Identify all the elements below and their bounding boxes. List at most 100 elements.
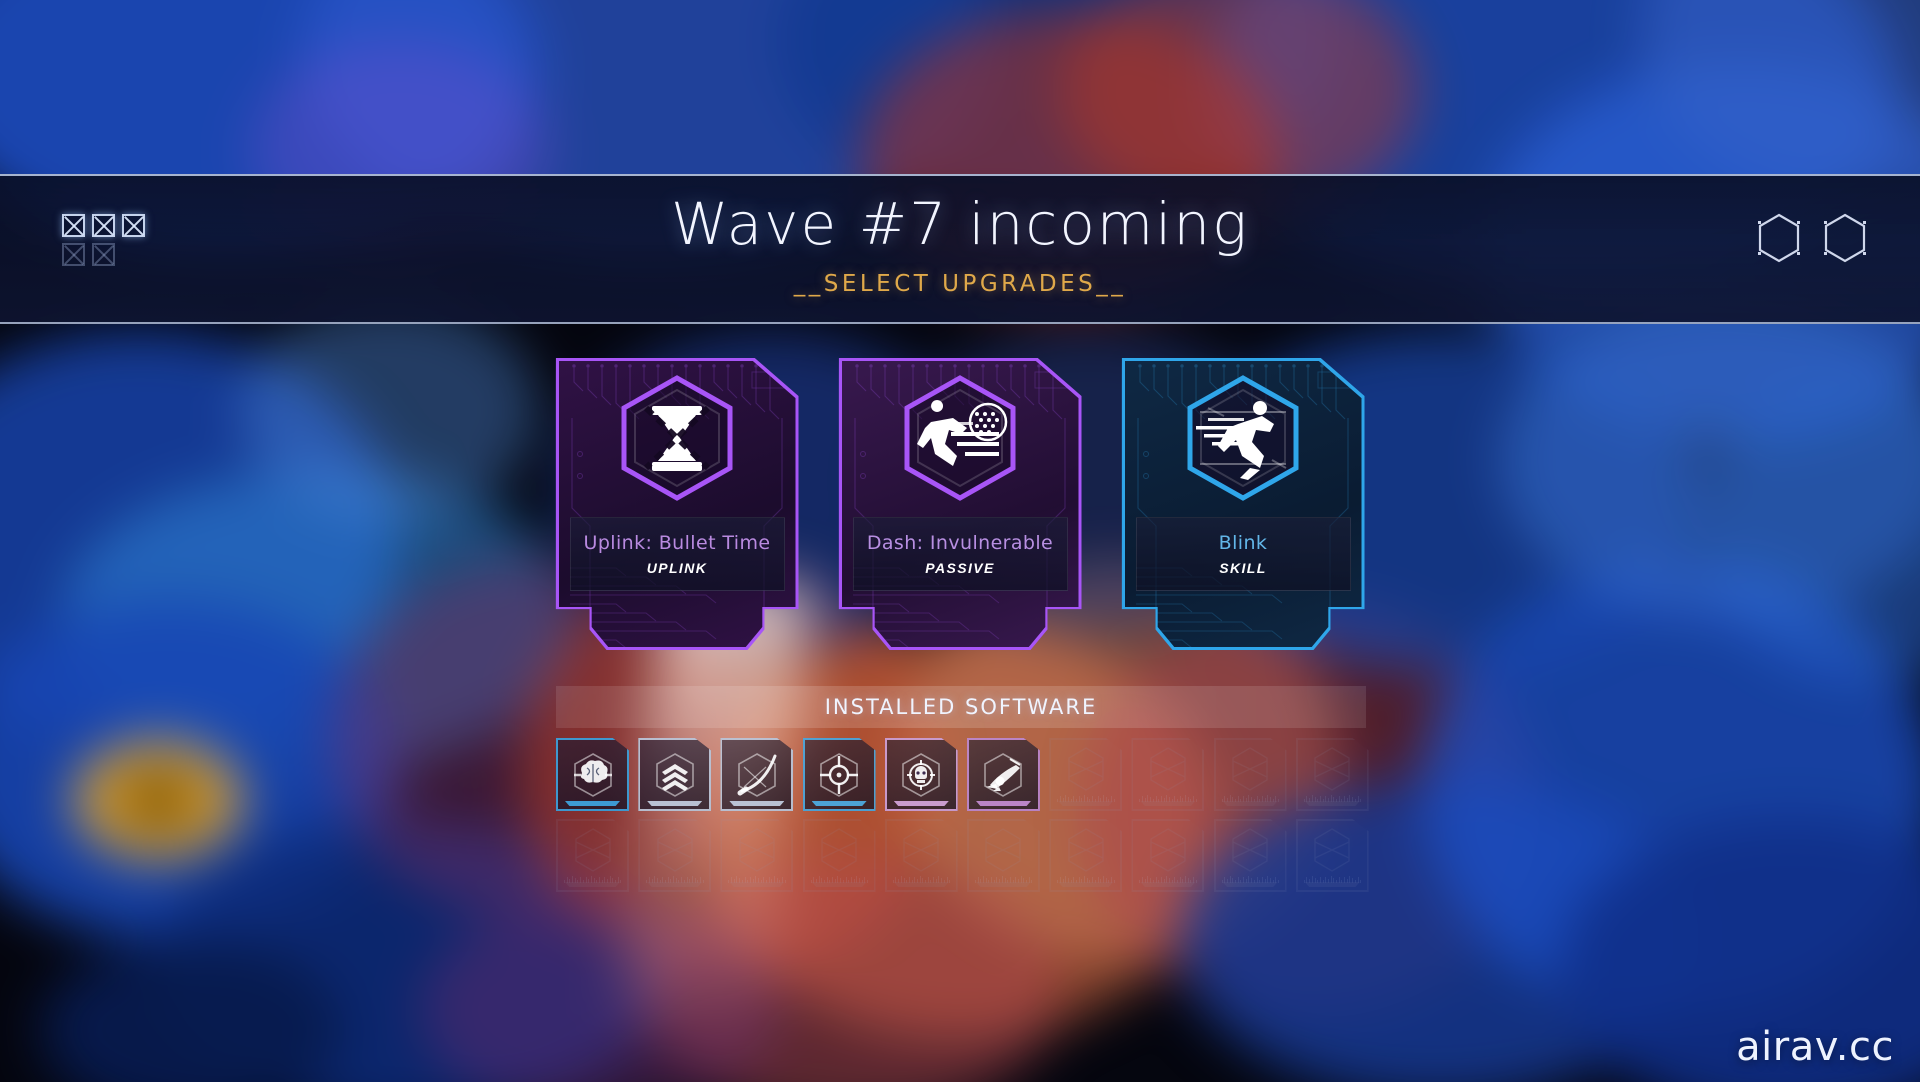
software-slot-empty[interactable] <box>1131 819 1204 892</box>
empty-slot-icon <box>1064 745 1108 793</box>
hex-marker-2-icon <box>1822 212 1868 264</box>
empty-slot-placeholder-text <box>810 876 868 883</box>
empty-slot-placeholder-text <box>728 876 786 883</box>
upgrade-card-row: Uplink: Bullet Time UPLINK Dash: Invulne… <box>0 358 1920 650</box>
slot-foot-bar <box>1222 801 1278 806</box>
installed-software-label: INSTALLED SOFTWARE <box>824 695 1098 719</box>
life-box-empty <box>92 243 115 266</box>
empty-slot-icon <box>735 826 779 874</box>
installed-software-grid <box>556 738 1370 892</box>
slot-foot-bar <box>647 801 703 806</box>
upgrade-card-label-plate: Uplink: Bullet Time UPLINK <box>569 517 785 591</box>
empty-slot-icon <box>1228 745 1272 793</box>
slot-foot-bar <box>647 882 703 887</box>
software-slot-filled[interactable] <box>966 738 1040 811</box>
slot-foot-bar <box>1140 882 1196 887</box>
upgrade-card-label-plate: Blink SKILL <box>1135 517 1351 591</box>
software-slot-empty[interactable] <box>720 819 793 892</box>
upgrade-card-3[interactable]: Blink SKILL <box>1121 358 1365 650</box>
slot-foot-bar <box>893 882 949 887</box>
empty-slot-icon <box>1228 826 1272 874</box>
slot-foot-bar <box>1058 882 1114 887</box>
empty-slot-placeholder-text <box>974 876 1033 883</box>
empty-slot-icon <box>1310 745 1354 793</box>
empty-slot-icon <box>981 826 1025 874</box>
empty-slot-icon <box>1146 826 1190 874</box>
slot-foot-bar <box>975 882 1031 887</box>
hex-marker-1-icon <box>1756 212 1802 264</box>
empty-slot-icon <box>571 826 615 874</box>
software-slot-empty[interactable] <box>1049 819 1122 892</box>
empty-slot-placeholder-text <box>1057 876 1115 883</box>
crosshair-icon <box>816 750 862 800</box>
slot-foot-bar <box>1222 882 1278 887</box>
rocket-figure-icon <box>980 750 1026 800</box>
software-slot-empty[interactable] <box>803 819 876 892</box>
blink-figure-icon <box>1178 372 1308 514</box>
empty-slot-icon <box>1146 745 1190 793</box>
lives-indicator <box>62 214 192 272</box>
slot-foot-bar <box>565 801 620 806</box>
empty-slot-icon <box>817 826 861 874</box>
life-box-empty <box>62 243 85 266</box>
brain-icon <box>570 750 616 800</box>
software-slot-empty[interactable] <box>1131 738 1204 811</box>
slot-foot-bar <box>893 801 949 806</box>
software-slot-filled[interactable] <box>720 738 794 811</box>
software-slot-empty[interactable] <box>638 819 711 892</box>
slot-foot-bar <box>729 882 785 887</box>
software-slot-filled[interactable] <box>556 738 629 811</box>
empty-slot-icon <box>899 826 943 874</box>
empty-slot-icon <box>1064 826 1108 874</box>
empty-slot-icon <box>653 826 697 874</box>
software-slot-filled[interactable] <box>638 738 712 811</box>
slot-foot-bar <box>1304 882 1360 887</box>
empty-slot-placeholder-text <box>1057 795 1115 802</box>
empty-slot-placeholder-text <box>892 876 950 883</box>
empty-slot-placeholder-text <box>564 876 622 883</box>
empty-slot-placeholder-text <box>1139 876 1197 883</box>
software-slot-empty[interactable] <box>1214 819 1287 892</box>
slot-foot-bar <box>729 801 785 806</box>
empty-slot-placeholder-text <box>646 876 704 883</box>
upgrade-card-type: UPLINK <box>646 560 708 576</box>
upgrade-card-1[interactable]: Uplink: Bullet Time UPLINK <box>555 358 799 650</box>
empty-slot-placeholder-text <box>1139 795 1197 802</box>
software-slot-filled[interactable] <box>802 738 876 811</box>
slot-foot-bar <box>1058 801 1114 806</box>
software-slot-empty[interactable] <box>1296 819 1369 892</box>
empty-slot-placeholder-text <box>1303 795 1361 802</box>
software-slot-empty[interactable] <box>967 819 1040 892</box>
software-slot-filled[interactable] <box>884 738 958 811</box>
lives-row-active <box>62 214 192 237</box>
empty-slot-placeholder-text <box>1303 876 1361 883</box>
upgrade-card-name: Blink <box>1218 532 1268 554</box>
watermark: airav.cc <box>1736 1024 1894 1070</box>
upgrade-card-type: PASSIVE <box>925 560 995 576</box>
installed-software-header: INSTALLED SOFTWARE <box>556 686 1366 728</box>
upgrade-card-2[interactable]: Dash: Invulnerable PASSIVE <box>838 358 1082 650</box>
slot-foot-bar <box>975 801 1031 806</box>
empty-slot-icon <box>1310 826 1354 874</box>
chevrons-icon <box>652 750 698 800</box>
empty-slot-placeholder-text <box>1221 795 1279 802</box>
software-slot-empty[interactable] <box>1049 738 1122 811</box>
upgrade-card-name: Uplink: Bullet Time <box>583 532 771 554</box>
life-box-filled <box>122 214 145 237</box>
slot-foot-bar <box>1140 801 1196 806</box>
slot-foot-bar <box>811 882 867 887</box>
software-slot-empty[interactable] <box>1214 738 1287 811</box>
game-screen: Wave #7 incoming __SELECT UPGRADES__ Upl… <box>0 0 1920 1082</box>
software-slot-empty[interactable] <box>1296 738 1369 811</box>
katana-icon <box>734 750 780 800</box>
skull-target-icon <box>898 750 944 800</box>
software-slot-empty[interactable] <box>556 819 629 892</box>
dash-figure-icon <box>895 372 1025 514</box>
software-slot-empty[interactable] <box>885 819 958 892</box>
slot-foot-bar <box>565 882 620 887</box>
upgrade-card-name: Dash: Invulnerable <box>866 532 1054 554</box>
wave-header-bar: Wave #7 incoming __SELECT UPGRADES__ <box>0 174 1920 324</box>
background-orange-ring <box>73 740 243 860</box>
lives-row-inactive <box>62 243 192 266</box>
hex-marker-group <box>1756 212 1868 264</box>
